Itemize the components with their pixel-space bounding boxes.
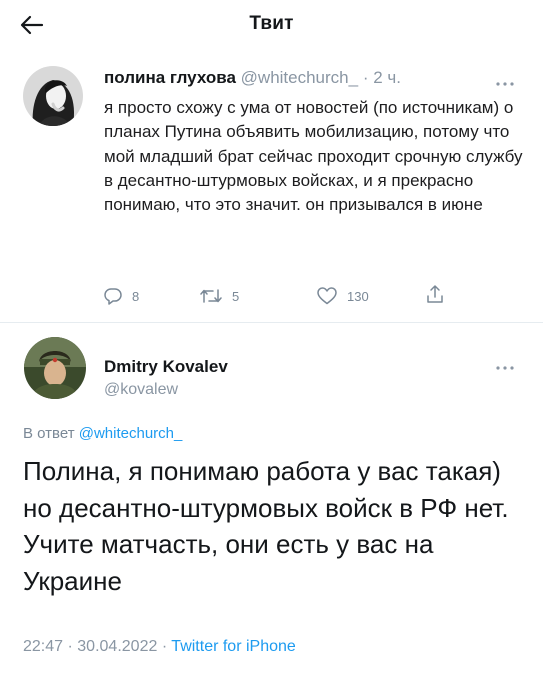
more-button[interactable]: [495, 358, 515, 370]
tweet-actions: 8 5 130: [104, 284, 464, 305]
retweet-count: 5: [232, 288, 240, 304]
reply-button[interactable]: 8: [104, 287, 139, 305]
avatar[interactable]: [23, 66, 83, 126]
like-icon: [317, 287, 337, 305]
author-name[interactable]: полина глухова: [104, 68, 236, 87]
share-icon: [427, 285, 443, 303]
like-count: 130: [347, 288, 369, 304]
like-button[interactable]: 130: [317, 287, 369, 305]
author-handle[interactable]: @kovalew: [104, 381, 178, 399]
divider: [0, 322, 543, 323]
reply-count: 8: [132, 288, 140, 304]
source-link[interactable]: Twitter for iPhone: [171, 638, 296, 655]
author-handle[interactable]: @whitechurch_: [241, 68, 358, 87]
header-bar: Твит: [0, 0, 543, 52]
meta-separator: ·: [161, 638, 168, 655]
more-icon: [496, 366, 514, 370]
avatar[interactable]: [24, 337, 86, 399]
reply-prefix: В ответ: [23, 425, 75, 442]
tweet-text: я просто схожу с ума от новостей (по ист…: [104, 98, 523, 215]
meta-separator: ·: [362, 68, 369, 87]
tweet-time[interactable]: 2 ч.: [373, 68, 401, 87]
retweet-button[interactable]: 5: [200, 287, 239, 305]
share-button[interactable]: [426, 284, 444, 304]
tweet-meta: 22:47 · 30.04.2022 · Twitter for iPhone: [23, 638, 296, 656]
author-name[interactable]: Dmitry Kovalev: [104, 357, 228, 377]
page-title: Твит: [249, 13, 294, 34]
tweet-header: полина глухова @whitechurch_ · 2 ч.: [104, 68, 401, 88]
meta-separator: ·: [67, 638, 73, 655]
reply-icon: [104, 288, 122, 305]
tweet-time[interactable]: 22:47: [23, 638, 63, 655]
more-button[interactable]: [495, 74, 515, 86]
tweet-text: Полина, я понимаю работа у вас такая) но…: [23, 456, 509, 596]
retweet-icon: [200, 289, 222, 303]
more-icon: [496, 82, 514, 86]
reply-context: В ответ @whitechurch_: [23, 425, 182, 442]
reply-handle-link[interactable]: @whitechurch_: [79, 425, 183, 442]
tweet-date[interactable]: 30.04.2022: [77, 638, 157, 655]
